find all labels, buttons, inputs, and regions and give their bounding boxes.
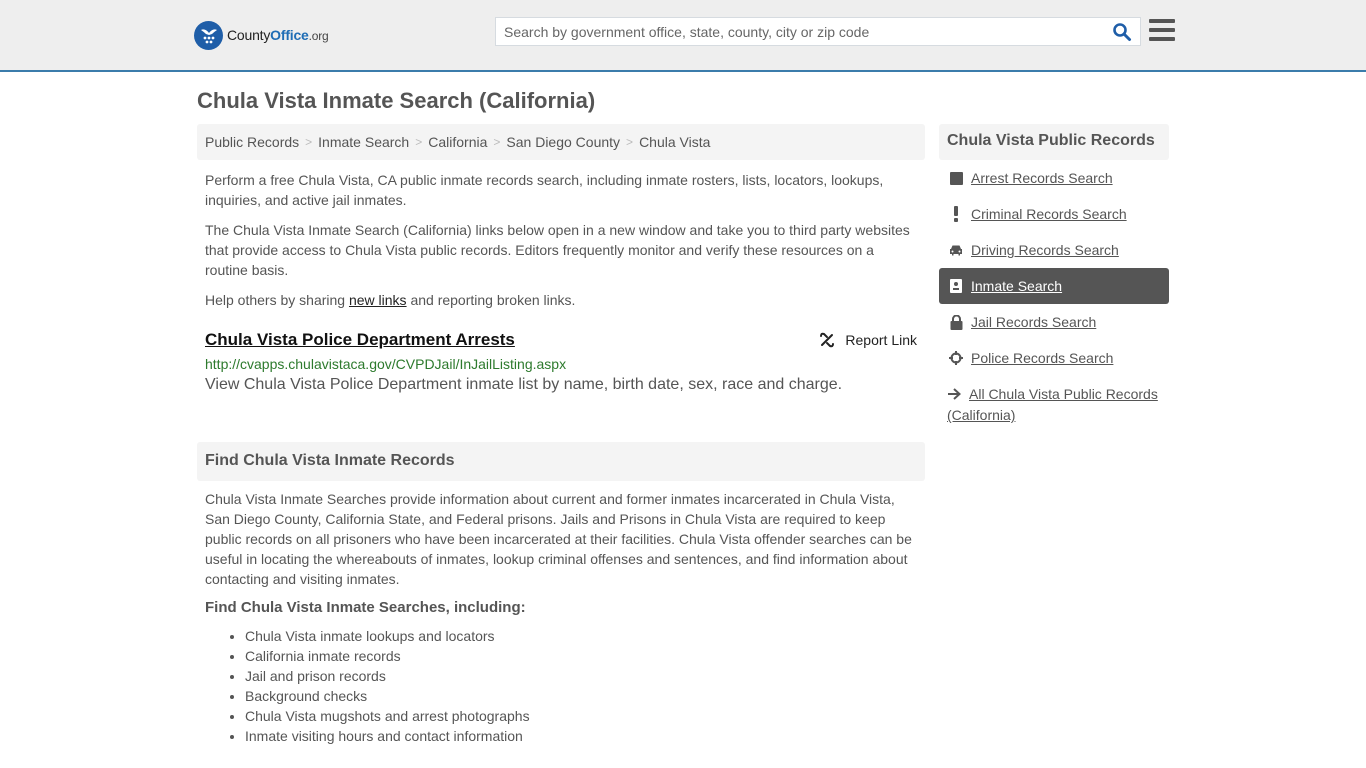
logo-wordmark: CountyOffice.org: [227, 27, 329, 43]
breadcrumb-inmate-search[interactable]: Inmate Search: [318, 134, 409, 150]
sidebar-item-label[interactable]: All Chula Vista Public Records (Californ…: [947, 386, 1158, 423]
list-item: Chula Vista mugshots and arrest photogra…: [245, 706, 920, 726]
search-button[interactable]: [1112, 22, 1134, 42]
breadcrumb-separator-icon: >: [626, 135, 634, 149]
sidebar-item-inmate-search[interactable]: Inmate Search: [939, 268, 1169, 304]
search-input[interactable]: [496, 18, 1106, 45]
intro-paragraph-1: Perform a free Chula Vista, CA public in…: [205, 172, 884, 208]
exclamation-icon: [949, 206, 963, 222]
eagle-logo-icon: [194, 20, 223, 50]
sidebar-item-jail-records[interactable]: Jail Records Search: [939, 304, 1169, 340]
arrow-right-icon: [947, 385, 961, 405]
breadcrumb-california[interactable]: California: [428, 134, 487, 150]
logo-county: County: [227, 27, 271, 43]
sidebar-item-police-records[interactable]: Police Records Search: [939, 340, 1169, 376]
list-item: California inmate records: [245, 646, 920, 666]
sidebar-item-label[interactable]: Arrest Records Search: [971, 170, 1113, 186]
site-logo[interactable]: CountyOffice.org: [194, 20, 329, 50]
find-section-body: Chula Vista Inmate Searches provide info…: [205, 489, 920, 746]
find-section-paragraph: Chula Vista Inmate Searches provide info…: [205, 491, 912, 587]
resource-listing: Chula Vista Police Department Arrests Re…: [205, 330, 917, 394]
intro-paragraph-2: The Chula Vista Inmate Search (Californi…: [205, 222, 910, 278]
breadcrumb-separator-icon: >: [305, 135, 313, 149]
intro-section: Perform a free Chula Vista, CA public in…: [205, 170, 920, 320]
search-box: [495, 17, 1141, 46]
report-link-button[interactable]: Report Link: [819, 332, 917, 348]
resource-url[interactable]: http://cvapps.chulavistaca.gov/CVPDJail/…: [205, 356, 917, 372]
resource-description: View Chula Vista Police Department inmat…: [205, 376, 843, 393]
breadcrumb-chula-vista[interactable]: Chula Vista: [639, 134, 710, 150]
intro-text: Help others by sharing: [205, 292, 349, 308]
new-links-link[interactable]: new links: [349, 292, 407, 308]
car-icon: [949, 243, 963, 257]
sidebar-heading: Chula Vista Public Records: [939, 124, 1169, 160]
search-icon: [1113, 23, 1131, 41]
sidebar-item-label[interactable]: Jail Records Search: [971, 314, 1096, 330]
sidebar-item-label[interactable]: Police Records Search: [971, 350, 1113, 366]
logo-org: .org: [308, 29, 329, 43]
id-badge-icon: [949, 279, 963, 293]
sidebar-item-driving-records[interactable]: Driving Records Search: [939, 232, 1169, 268]
broken-link-icon: [820, 332, 835, 348]
list-item: Chula Vista inmate lookups and locators: [245, 626, 920, 646]
page-title: Chula Vista Inmate Search (California): [197, 88, 596, 113]
logo-office: Office: [270, 27, 309, 43]
list-item: Inmate visiting hours and contact inform…: [245, 726, 920, 746]
sidebar-item-label[interactable]: Criminal Records Search: [971, 206, 1127, 222]
breadcrumb-separator-icon: >: [493, 135, 501, 149]
list-item: Background checks: [245, 686, 920, 706]
resource-title-link[interactable]: Chula Vista Police Department Arrests: [205, 330, 515, 350]
intro-paragraph-3: Help others by sharing new links and rep…: [205, 290, 920, 310]
breadcrumb-san-diego-county[interactable]: San Diego County: [506, 134, 620, 150]
sidebar-item-all-public-records[interactable]: All Chula Vista Public Records (Californ…: [939, 376, 1169, 425]
intro-text: and reporting broken links.: [406, 292, 576, 308]
lock-icon: [949, 314, 963, 330]
find-section-heading: Find Chula Vista Inmate Records: [197, 442, 925, 481]
search-types-list: Chula Vista inmate lookups and locators …: [205, 626, 920, 746]
report-link-label: Report Link: [845, 332, 917, 348]
sidebar-item-arrest-records[interactable]: Arrest Records Search: [939, 160, 1169, 196]
list-item: Jail and prison records: [245, 666, 920, 686]
hamburger-menu-icon[interactable]: [1149, 19, 1175, 43]
breadcrumb-separator-icon: >: [415, 135, 423, 149]
sidebar-item-label[interactable]: Inmate Search: [971, 278, 1062, 294]
sidebar-item-criminal-records[interactable]: Criminal Records Search: [939, 196, 1169, 232]
square-icon: [949, 171, 963, 185]
find-section-subheading: Find Chula Vista Inmate Searches, includ…: [205, 599, 526, 616]
breadcrumb-public-records[interactable]: Public Records: [205, 134, 299, 150]
breadcrumb: Public Records > Inmate Search > Califor…: [197, 124, 925, 160]
crosshairs-icon: [949, 351, 963, 365]
sidebar-item-label[interactable]: Driving Records Search: [971, 242, 1119, 258]
sidebar: Chula Vista Public Records Arrest Record…: [939, 124, 1169, 425]
site-header: CountyOffice.org: [0, 0, 1366, 72]
